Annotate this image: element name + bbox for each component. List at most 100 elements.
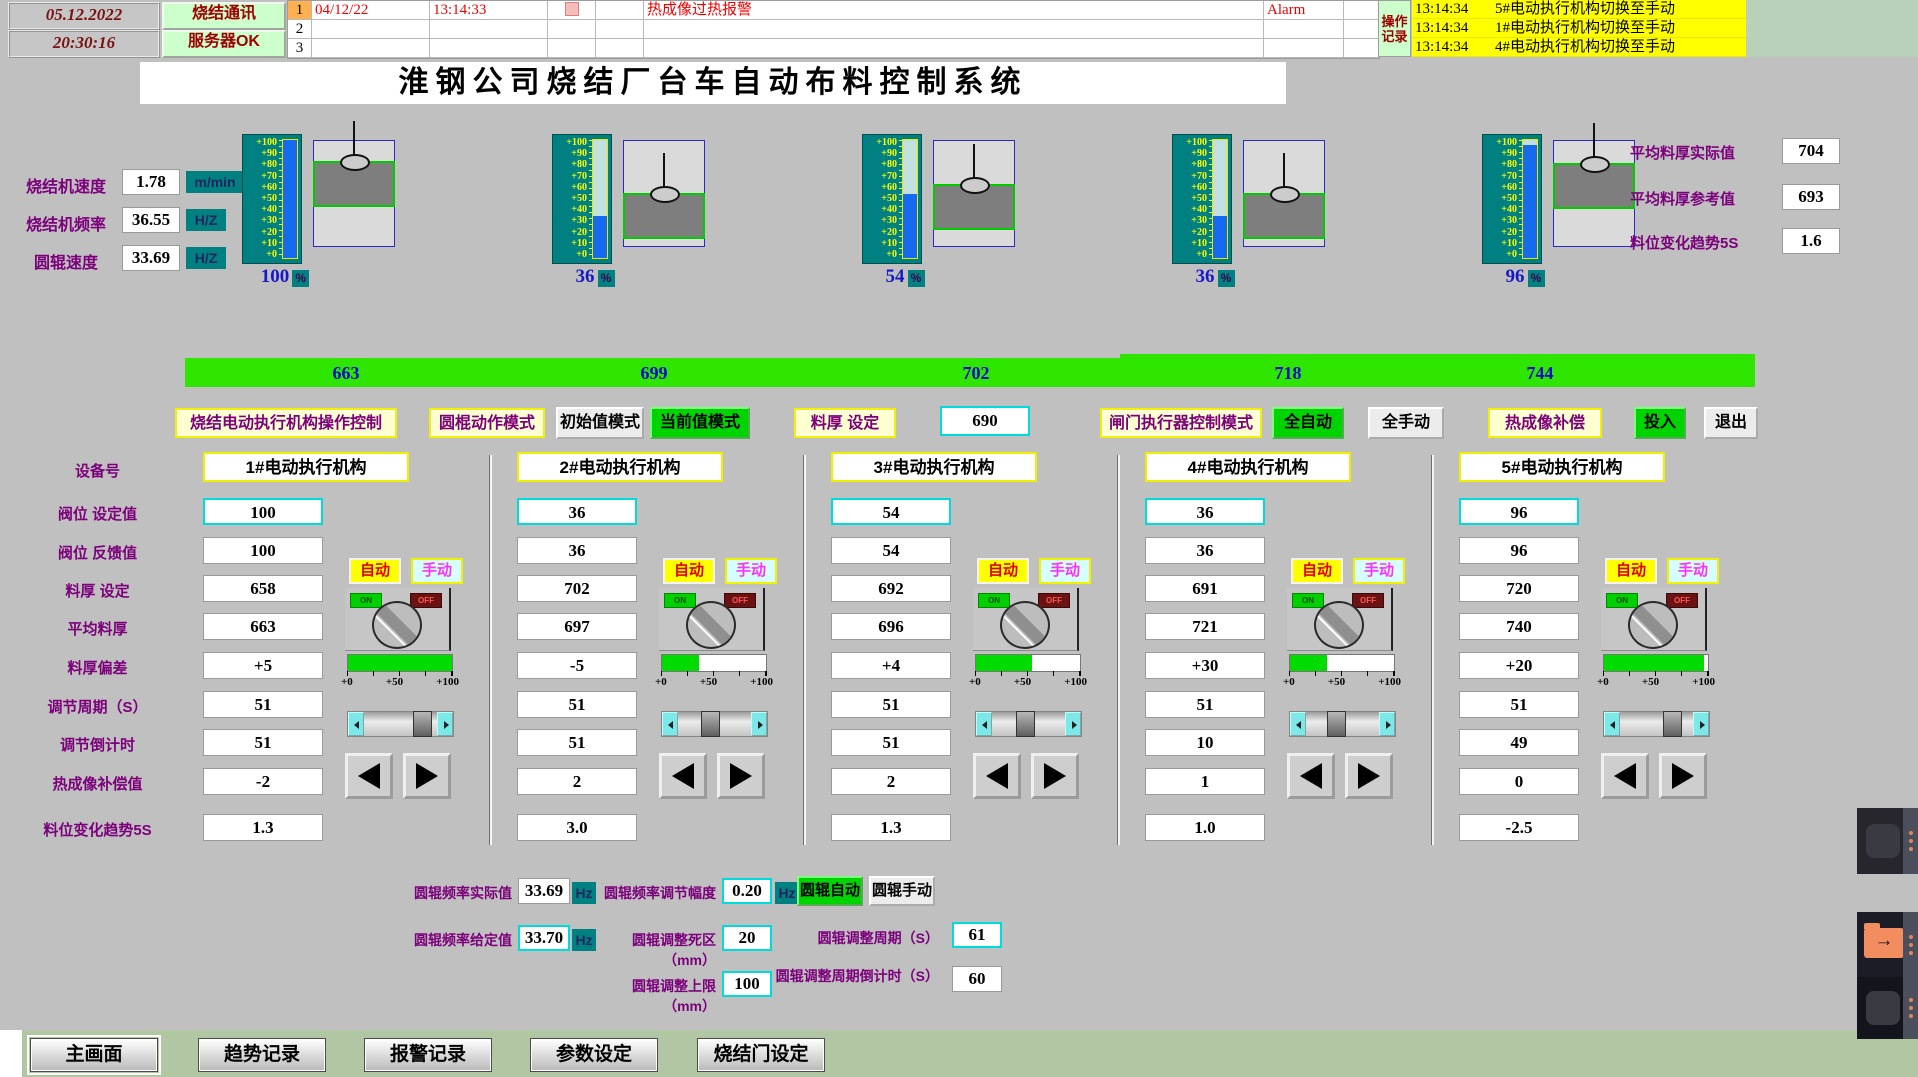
manual-mode-button[interactable]: 手动 [1667,558,1719,584]
slider-left-arrow-icon[interactable] [1290,712,1306,736]
current-value-mode-button[interactable]: 当前值模式 [650,407,750,439]
slider-right-arrow-icon[interactable] [1379,712,1395,736]
valve-setpoint-input[interactable]: 96 [1459,498,1579,525]
valve-slider[interactable] [975,711,1082,737]
slider-thumb[interactable] [1327,711,1346,737]
nav-main-screen-button[interactable]: 主画面 [30,1038,158,1072]
slider-right-arrow-icon[interactable] [1693,712,1709,736]
valve-setpoint-input[interactable]: 100 [203,498,323,525]
increase-button[interactable] [1659,753,1707,799]
drag-dots-icon[interactable] [1903,977,1918,1039]
scale-label: +80 [243,160,277,170]
rotary-switch-knob-icon[interactable] [1000,601,1050,649]
slider-left-arrow-icon[interactable] [662,712,678,736]
increase-button[interactable] [717,753,765,799]
increase-button[interactable] [1031,753,1079,799]
full-manual-button[interactable]: 全手动 [1368,407,1444,439]
overlay-widget[interactable] [1857,977,1918,1039]
nav-parameter-setting-button[interactable]: 参数设定 [530,1038,658,1072]
page-title: 淮钢公司烧结厂台车自动布料控制系统 [140,62,1286,104]
slider-thumb[interactable] [1663,711,1682,737]
manual-mode-button[interactable]: 手动 [725,558,777,584]
roller-upper-limit-input[interactable]: 100 [722,971,772,997]
server-ok-button[interactable]: 服务器OK [162,30,286,58]
sinter-comm-button[interactable]: 烧结通讯 [162,2,286,30]
auto-mode-button[interactable]: 自动 [977,558,1029,584]
overlay-widget[interactable] [1857,912,1918,977]
auto-mode-button[interactable]: 自动 [349,558,401,584]
valve-slider[interactable] [347,711,454,737]
valve-slider[interactable] [1289,711,1396,737]
alarm-row[interactable]: 3 [288,39,1379,58]
gauge-percent-4: 36% [1180,266,1250,288]
decrease-button[interactable] [1287,753,1335,799]
alarm-time: 13:14:33 [430,1,548,19]
operation-log-entry[interactable]: 13:14:34 1#电动执行机构切换至手动 [1412,19,1746,38]
auto-mode-button[interactable]: 自动 [663,558,715,584]
exit-button[interactable]: 退出 [1704,407,1758,439]
overlay-widget[interactable] [1857,808,1918,874]
valve-setpoint-input[interactable]: 36 [1145,498,1265,525]
drag-dots-icon[interactable] [1903,808,1918,874]
scale-label: +0 [1483,250,1517,260]
valve-slider[interactable] [1603,711,1710,737]
slider-thumb[interactable] [1016,711,1035,737]
manual-mode-button[interactable]: 手动 [1353,558,1405,584]
roller-upper-limit-label: 圆辊调整上限（mm） [598,976,716,1016]
roller-manual-button[interactable]: 圆辊手动 [869,876,935,906]
manual-mode-button[interactable]: 手动 [411,558,463,584]
nav-sinter-gate-setting-button[interactable]: 烧结门设定 [697,1038,825,1072]
decrease-button[interactable] [1601,753,1649,799]
auto-mode-button[interactable]: 自动 [1291,558,1343,584]
slider-left-arrow-icon[interactable] [976,712,992,736]
probe-bob-icon [960,177,990,194]
valve-setpoint-input[interactable]: 54 [831,498,951,525]
device-name: 1#电动执行机构 [203,452,409,482]
full-auto-button[interactable]: 全自动 [1272,407,1344,439]
left-triangle-icon [1300,763,1322,789]
auto-mode-button[interactable]: 自动 [1605,558,1657,584]
valve-feedback-value: 36 [1145,537,1265,564]
nav-alarm-record-button[interactable]: 报警记录 [364,1038,492,1072]
valve-setpoint-input[interactable]: 36 [517,498,637,525]
slider-thumb[interactable] [413,711,432,737]
roller-freq-set-label: 圆辊频率给定值 [410,930,512,950]
roller-freq-set-input[interactable]: 33.70 [518,925,570,951]
nav-trend-record-button[interactable]: 趋势记录 [198,1038,326,1072]
decrease-button[interactable] [973,753,1021,799]
decrease-button[interactable] [659,753,707,799]
manual-mode-button[interactable]: 手动 [1039,558,1091,584]
slider-left-arrow-icon[interactable] [348,712,364,736]
roller-action-mode-button[interactable]: 圆棍动作模式 [429,408,545,438]
decrease-button[interactable] [345,753,393,799]
slider-thumb[interactable] [701,711,720,737]
slider-right-arrow-icon[interactable] [751,712,767,736]
alarm-row[interactable]: 2 [288,20,1379,39]
slider-right-arrow-icon[interactable] [437,712,453,736]
roller-freq-step-input[interactable]: 0.20 [722,878,772,904]
right-triangle-icon [1044,763,1066,789]
roller-cycle-input[interactable]: 61 [952,922,1002,948]
increase-button[interactable] [403,753,451,799]
valve-slider[interactable] [661,711,768,737]
alarm-spare-cell [596,1,644,19]
operation-log-entry[interactable]: 13:14:34 5#电动执行机构切换至手动 [1412,0,1746,19]
operation-log-entry[interactable]: 13:14:34 4#电动执行机构切换至手动 [1412,38,1746,57]
roller-auto-button[interactable]: 圆辊自动 [797,876,863,906]
rotary-switch-knob-icon[interactable] [1628,601,1678,649]
alarm-row[interactable]: 1 04/12/22 13:14:33 热成像过热报警 Alarm [288,1,1379,20]
thickness-set-input[interactable]: 690 [940,406,1030,436]
rotary-switch-knob-icon[interactable] [372,601,422,649]
drag-dots-icon[interactable] [1903,912,1918,977]
initial-value-mode-button[interactable]: 初始值模式 [556,407,644,439]
roller-deadband-input[interactable]: 20 [722,925,772,951]
increase-button[interactable] [1345,753,1393,799]
rotary-switch-knob-icon[interactable] [686,601,736,649]
rotary-switch-knob-icon[interactable] [1314,601,1364,649]
slider-left-arrow-icon[interactable] [1604,712,1620,736]
engage-button[interactable]: 投入 [1634,407,1686,439]
sinter-actuator-control-button[interactable]: 烧结电动执行机构操作控制 [175,408,397,438]
slider-right-arrow-icon[interactable] [1065,712,1081,736]
material-level [1553,163,1635,209]
thickness-deviation-value: +30 [1145,652,1265,679]
